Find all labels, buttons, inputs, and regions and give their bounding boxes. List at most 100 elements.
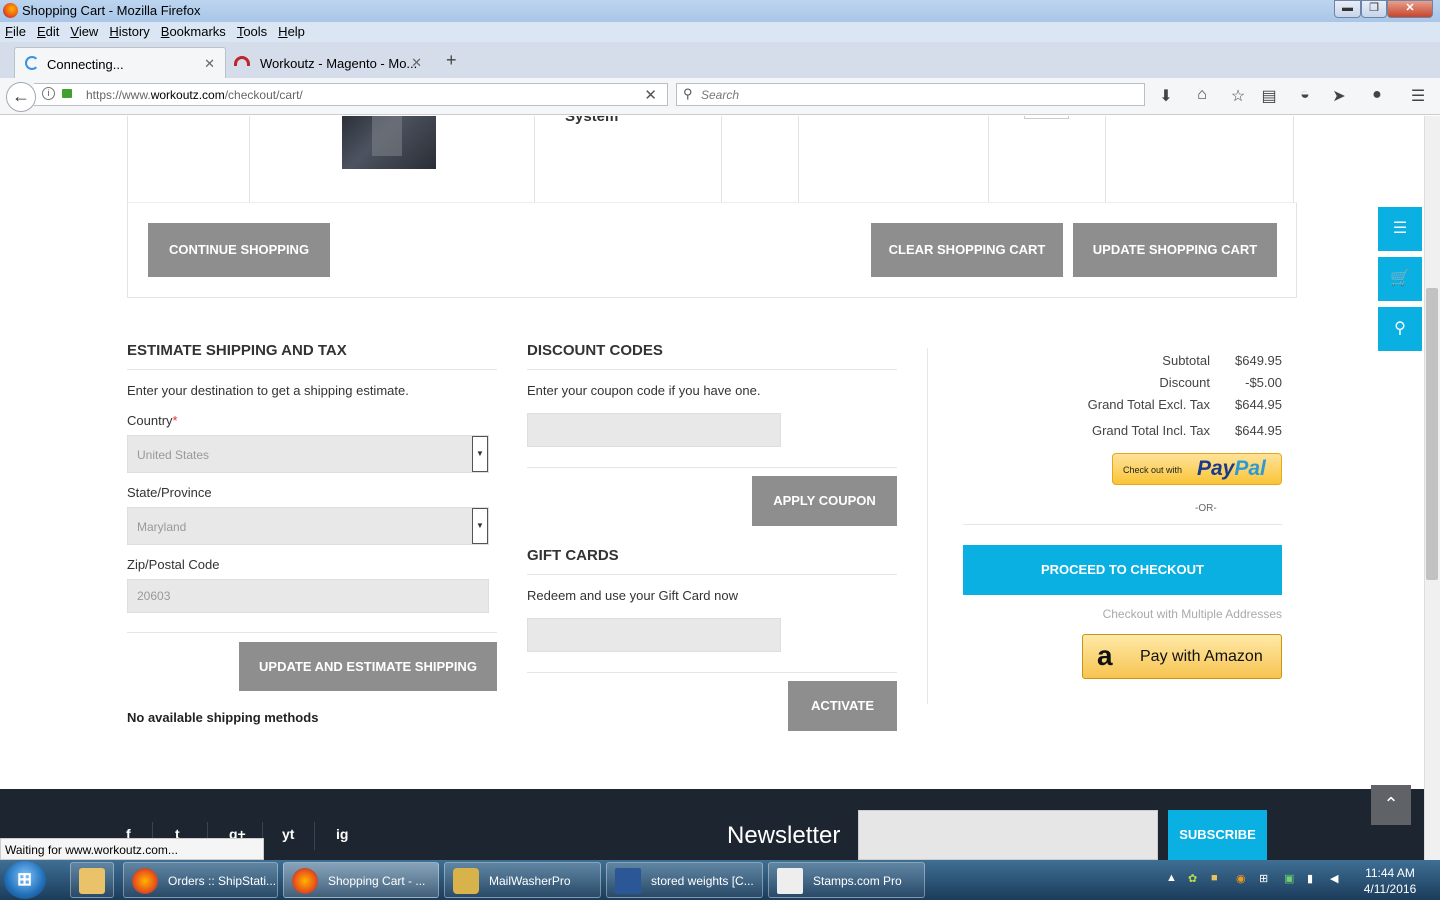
hamburger-menu-icon[interactable]: ☰	[1408, 86, 1428, 106]
send-icon[interactable]: ➤	[1329, 86, 1349, 106]
clock[interactable]: 11:44 AM 4/11/2016	[1352, 865, 1428, 897]
url-text[interactable]: https://www.workoutz.com/checkout/cart/	[86, 88, 303, 102]
chat-icon[interactable]: ●	[1367, 86, 1387, 104]
product-name[interactable]: System	[565, 116, 618, 125]
taskbar-item-shipstation[interactable]: Orders :: ShipStati...	[123, 862, 278, 898]
country-label: Country*	[127, 413, 178, 428]
divider	[527, 574, 897, 575]
apply-coupon-button[interactable]: Apply Coupon	[752, 476, 897, 526]
menu-edit[interactable]: Edit	[37, 22, 59, 39]
menu-help[interactable]: Help	[278, 22, 305, 39]
windows-flag-icon[interactable]: ⊞	[1259, 872, 1273, 886]
table-border	[988, 116, 989, 202]
show-hidden-icons[interactable]: ▲	[1166, 872, 1180, 886]
tab-workoutz-magento[interactable]: Workoutz - Magento - Mo... ✕	[228, 47, 432, 78]
search-bar[interactable]: ⚲ Search	[676, 83, 1145, 106]
table-border	[534, 116, 535, 202]
window-titlebar: Shopping Cart - Mozilla Firefox ▬ ❐ ✕	[0, 0, 1440, 22]
lock-icon[interactable]	[62, 89, 72, 98]
taskbar-item-shopping-cart[interactable]: Shopping Cart - ...	[283, 862, 439, 898]
country-select[interactable]: United States	[127, 435, 489, 473]
quantity-input[interactable]	[1024, 116, 1069, 119]
mailwasher-icon	[453, 868, 479, 894]
bookmark-star-icon[interactable]: ☆	[1228, 86, 1248, 106]
start-button[interactable]: ⊞	[4, 861, 46, 899]
divider	[127, 632, 497, 633]
giftcard-input[interactable]	[527, 618, 781, 652]
chevron-down-icon[interactable]: ▼	[472, 436, 488, 472]
clear-shopping-cart-button[interactable]: Clear Shopping Cart	[871, 223, 1063, 277]
total-excl-label: Grand Total Excl. Tax	[1087, 397, 1210, 412]
continue-shopping-button[interactable]: Continue Shopping	[148, 223, 330, 277]
network-icon[interactable]: ▮	[1307, 872, 1321, 886]
table-border	[127, 116, 128, 202]
new-tab-button[interactable]: +	[446, 50, 457, 71]
zip-input[interactable]: 20603	[127, 579, 489, 613]
info-icon[interactable]: i	[42, 87, 55, 100]
close-tab-icon[interactable]: ✕	[204, 56, 215, 72]
update-estimate-shipping-button[interactable]: Update and Estimate Shipping	[239, 642, 497, 691]
taskbar-item-stamps[interactable]: Stamps.com Pro	[768, 862, 925, 898]
menu-tools[interactable]: Tools	[237, 22, 267, 39]
subscribe-button[interactable]: Subscribe	[1168, 810, 1267, 860]
menu-view[interactable]: View	[70, 22, 98, 39]
home-icon[interactable]: ⌂	[1192, 86, 1212, 104]
pay-with-amazon-button[interactable]: a Pay with Amazon	[1082, 634, 1282, 679]
windows-taskbar: ⊞ Orders :: ShipStati... Shopping Cart -…	[0, 860, 1440, 900]
firefox-icon	[132, 868, 158, 894]
divider	[963, 524, 1282, 525]
paypal-small-label: Check out with	[1123, 465, 1183, 475]
divider	[314, 822, 315, 850]
menu-bookmarks[interactable]: Bookmarks	[161, 22, 226, 39]
cart-icon[interactable]: 🛒	[1378, 257, 1422, 301]
menu-history[interactable]: History	[109, 22, 149, 39]
menu-file[interactable]: File	[5, 22, 26, 39]
maximize-button[interactable]: ❐	[1361, 0, 1387, 18]
proceed-to-checkout-button[interactable]: Proceed to Checkout	[963, 545, 1282, 595]
tab-label: Workoutz - Magento - Mo...	[260, 56, 418, 71]
volume-icon[interactable]: ◀	[1330, 872, 1344, 886]
paypal-checkout-button[interactable]: Check out with PayPal	[1112, 453, 1282, 485]
url-bar[interactable]: i https://www.workoutz.com/checkout/cart…	[34, 83, 668, 106]
coupon-input[interactable]	[527, 413, 781, 447]
scrollbar-thumb[interactable]	[1426, 288, 1438, 580]
gear-icon[interactable]: ✿	[1188, 872, 1202, 886]
zip-label: Zip/Postal Code	[127, 557, 220, 572]
explorer-button[interactable]	[70, 862, 114, 898]
minimize-button[interactable]: ▬	[1334, 0, 1361, 18]
stop-loading-icon[interactable]: ✕	[644, 86, 657, 104]
update-shopping-cart-button[interactable]: Update Shopping Cart	[1073, 223, 1277, 277]
ms-tray-icon[interactable]: ▣	[1284, 872, 1298, 886]
search-icon: ⚲	[683, 86, 693, 101]
search-icon[interactable]: ⚲	[1378, 307, 1422, 351]
chevron-down-icon[interactable]: ▼	[472, 508, 488, 544]
youtube-icon[interactable]: yt	[282, 826, 294, 842]
taskbar-item-mailwasher[interactable]: MailWasherPro	[444, 862, 601, 898]
paypal-logo: PayPal	[1197, 457, 1266, 480]
discount-value: -$5.00	[1245, 375, 1282, 390]
taskbar-item-word[interactable]: stored weights [C...	[606, 862, 763, 898]
tab-shopping-cart[interactable]: Connecting... ✕	[14, 47, 226, 78]
close-tab-icon[interactable]: ✕	[411, 55, 422, 71]
state-select[interactable]: Maryland	[127, 507, 489, 545]
newsletter-email-input[interactable]	[858, 810, 1158, 860]
activate-giftcard-button[interactable]: Activate	[788, 681, 897, 731]
discount-title: Discount Codes	[527, 342, 663, 359]
menu-icon[interactable]: ☰	[1378, 207, 1422, 251]
pocket-icon[interactable]: ◒	[1295, 86, 1315, 104]
table-border	[798, 116, 799, 202]
product-image[interactable]	[342, 116, 436, 169]
subtotal-label: Subtotal	[1162, 353, 1210, 368]
back-to-top-button[interactable]: ⌃	[1371, 785, 1411, 825]
downloads-icon[interactable]: ⬇	[1156, 86, 1176, 106]
status-bar: Waiting for www.workoutz.com...	[0, 838, 264, 860]
update-icon[interactable]: ◉	[1236, 872, 1250, 886]
instagram-icon[interactable]: ig	[336, 826, 348, 842]
mail-tray-icon[interactable]: ■	[1211, 872, 1225, 886]
giftcards-intro: Redeem and use your Gift Card now	[527, 588, 738, 603]
close-window-button[interactable]: ✕	[1387, 0, 1433, 18]
multiple-addresses-link[interactable]: Checkout with Multiple Addresses	[1030, 607, 1282, 621]
or-separator: -OR-	[1195, 503, 1217, 514]
back-button[interactable]: ←	[6, 82, 36, 112]
reading-list-icon[interactable]: ▤	[1259, 86, 1279, 106]
